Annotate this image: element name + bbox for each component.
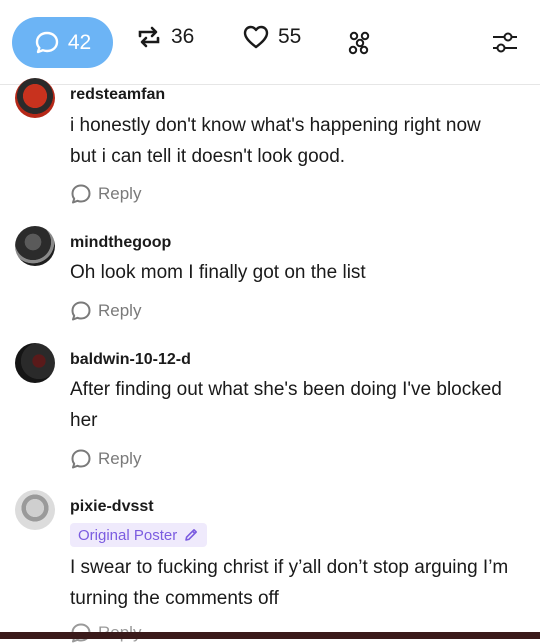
comment-username[interactable]: mindthegoop <box>70 234 171 252</box>
reply-label: Reply <box>98 301 142 320</box>
reply-bubble-icon <box>71 301 91 321</box>
comment-username[interactable]: pixie-dvsst <box>70 498 154 516</box>
comments-count: 42 <box>67 30 92 54</box>
filter-sliders-icon <box>493 32 517 53</box>
activity-button[interactable] <box>345 28 375 63</box>
comment-text: i honestly don't know what's happening r… <box>70 115 481 167</box>
comment-text: I swear to fucking christ if y’all don’t… <box>70 557 509 609</box>
reply-button[interactable]: Reply <box>70 300 141 322</box>
reply-bubble-icon <box>71 184 91 204</box>
edit-pencil-icon <box>185 529 198 541</box>
comment-text: After finding out what she's been doing … <box>70 379 502 431</box>
reply-bubble-icon <box>71 449 91 469</box>
badge-label: Original Poster <box>78 526 178 544</box>
original-poster-badge: Original Poster <box>70 523 208 547</box>
reply-label: Reply <box>98 184 142 203</box>
avatar[interactable] <box>15 343 55 383</box>
reblogs-count: 36 <box>171 25 195 48</box>
bottom-edge-bar <box>0 632 540 639</box>
reblog-icon <box>138 26 160 48</box>
activity-icon <box>348 31 370 55</box>
reply-label: Reply <box>98 449 142 468</box>
likes-count: 55 <box>278 25 302 48</box>
likes-stat-button[interactable]: 55 <box>242 24 301 50</box>
comment-bubble-icon <box>35 31 59 53</box>
heart-icon <box>243 25 269 49</box>
comment-username[interactable]: baldwin-10-12-d <box>70 351 191 369</box>
avatar[interactable] <box>15 226 55 266</box>
reply-button[interactable]: Reply <box>70 183 141 205</box>
filter-button[interactable] <box>490 30 520 61</box>
reply-button[interactable]: Reply <box>70 448 141 470</box>
avatar[interactable] <box>15 78 55 118</box>
avatar[interactable] <box>15 490 55 530</box>
comment-text: Oh look mom I finally got on the list <box>70 262 366 283</box>
comments-tab-button[interactable]: 42 <box>12 17 113 68</box>
reblogs-stat-button[interactable]: 36 <box>135 24 194 50</box>
comment-username[interactable]: redsteamfan <box>70 86 165 104</box>
post-actions-toolbar: 42 36 55 <box>0 0 540 85</box>
